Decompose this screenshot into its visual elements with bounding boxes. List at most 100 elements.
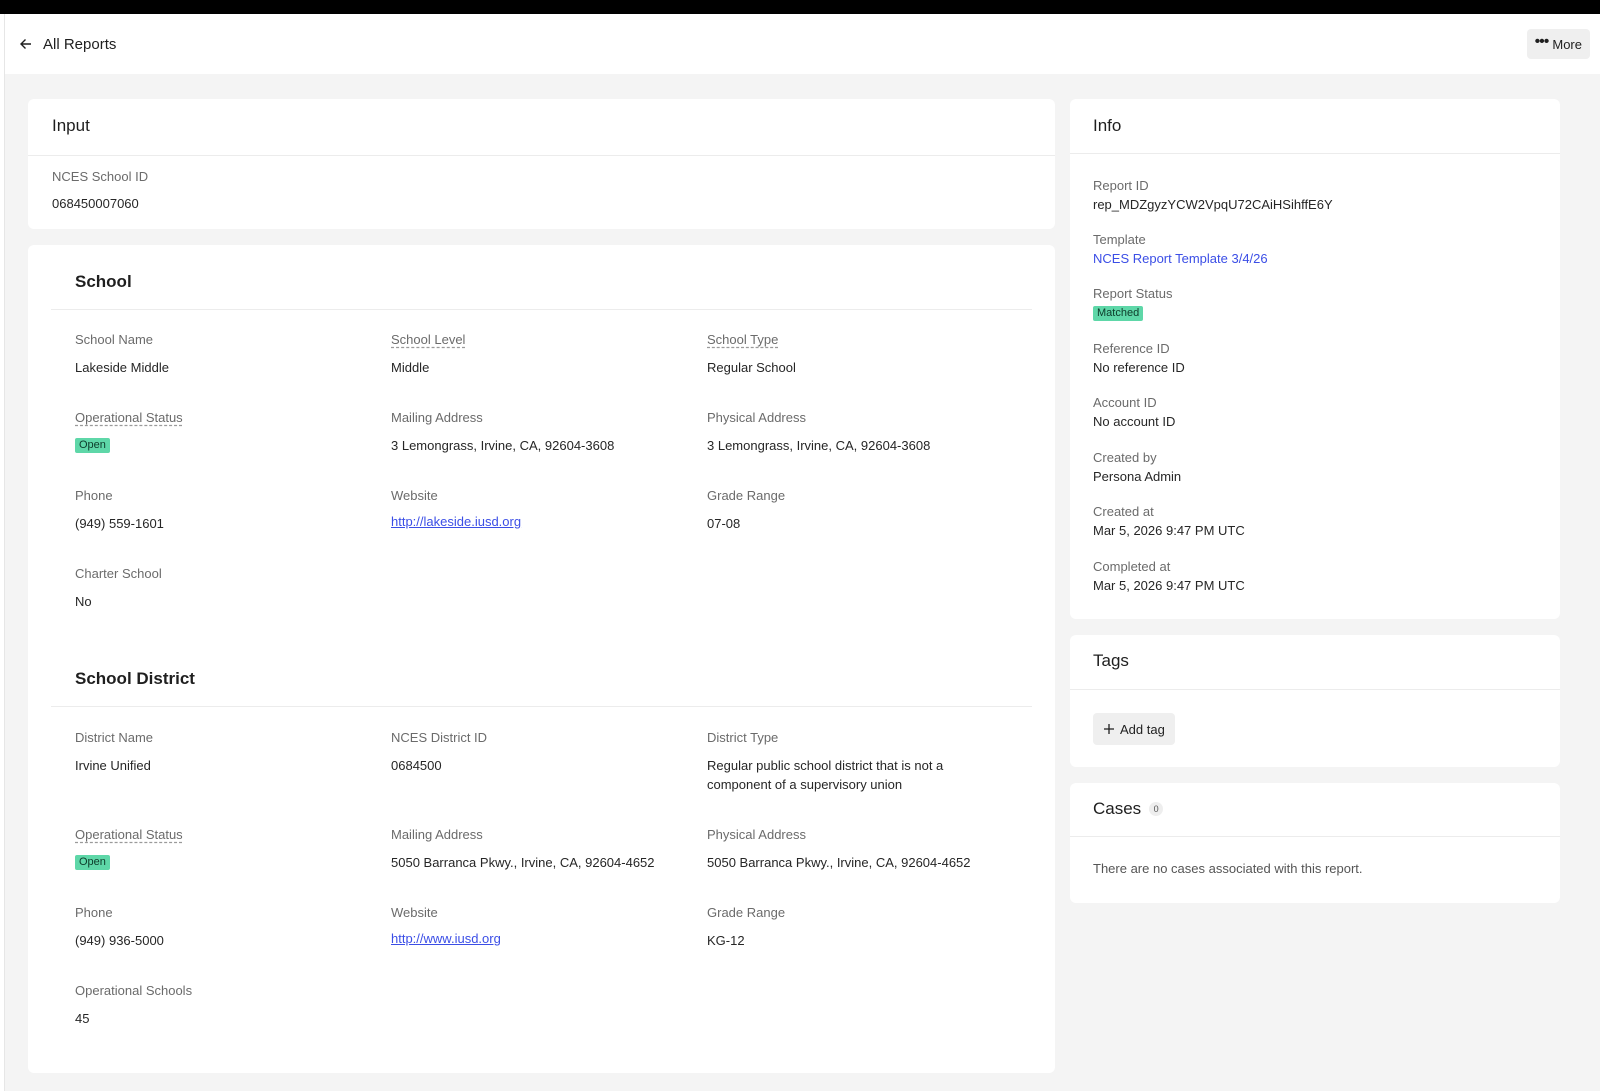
status-badge: Open: [75, 438, 110, 453]
field-value: 07-08: [707, 516, 741, 531]
field-value: (949) 936-5000: [75, 933, 164, 948]
arrow-left-icon: [20, 39, 31, 49]
info-value: No reference ID: [1093, 360, 1185, 375]
info-label: Reference ID: [1093, 341, 1170, 356]
district-name-field: District Name Irvine Unified: [75, 729, 365, 775]
created-by-row: Created by Persona Admin: [1093, 449, 1181, 487]
left-edge: [0, 14, 5, 1091]
divider: [28, 155, 1055, 156]
field-label: District Type: [707, 730, 779, 745]
cases-empty-message: There are no cases associated with this …: [1093, 861, 1363, 876]
tags-title: Tags: [1093, 651, 1129, 670]
tags-card: Tags Add tag: [1070, 635, 1560, 767]
district-section-title: School District: [75, 669, 195, 688]
add-tag-label: Add tag: [1120, 721, 1165, 737]
reference-id-row: Reference ID No reference ID: [1093, 340, 1185, 378]
info-value: Mar 5, 2026 9:47 PM UTC: [1093, 523, 1245, 538]
school-level-field: School Level Middle: [391, 331, 681, 377]
field-value: No: [75, 594, 92, 609]
info-label: Account ID: [1093, 395, 1157, 410]
field-label: District Name: [75, 730, 154, 745]
field-label: Phone: [75, 488, 113, 503]
field-value: Middle: [391, 360, 430, 375]
field-label: NCES District ID: [391, 730, 488, 745]
page-header: All Reports ••• More: [5, 14, 1600, 74]
info-value: Persona Admin: [1093, 469, 1182, 484]
field-label: Phone: [75, 905, 113, 920]
district-mailing-address-field: Mailing Address 5050 Barranca Pkwy., Irv…: [391, 826, 681, 872]
field-value: Lakeside Middle: [75, 360, 169, 375]
add-tag-button[interactable]: Add tag: [1093, 713, 1175, 745]
district-website-link[interactable]: http://www.iusd.org: [391, 931, 501, 946]
field-label: Grade Range: [707, 488, 786, 503]
field-label[interactable]: Operational Status: [75, 409, 365, 427]
back-label: All Reports: [43, 35, 117, 53]
cases-card: Cases 0 There are no cases associated wi…: [1070, 783, 1560, 903]
field-value: 5050 Barranca Pkwy., Irvine, CA, 92604-4…: [391, 855, 655, 870]
field-label: Grade Range: [707, 905, 786, 920]
info-label: Template: [1093, 232, 1146, 247]
info-title: Info: [1093, 116, 1122, 135]
info-label: Report ID: [1093, 178, 1149, 193]
report-status-row: Report Status Matched: [1093, 285, 1173, 321]
field-value: 0684500: [391, 758, 442, 773]
divider: [51, 309, 1032, 310]
status-badge: Matched: [1093, 306, 1144, 321]
divider: [1070, 689, 1560, 690]
nces-district-id-field: NCES District ID 0684500: [391, 729, 681, 775]
district-type-field: District Type Regular public school dist…: [707, 729, 987, 794]
info-label: Created by: [1093, 450, 1157, 465]
field-value: Regular School: [707, 360, 796, 375]
website-link[interactable]: http://lakeside.iusd.org: [391, 514, 521, 529]
plus-icon: [1104, 724, 1114, 734]
report-id-value: rep_MDZgyzYCW2VpqU72CAiHSihffE6Y: [1093, 197, 1333, 212]
district-grade-range-field: Grade Range KG-12: [707, 904, 997, 950]
divider: [51, 706, 1032, 707]
back-to-all-reports[interactable]: All Reports: [19, 36, 116, 53]
charter-school-field: Charter School No: [75, 565, 365, 611]
template-row: Template NCES Report Template 3/4/26: [1093, 231, 1268, 269]
more-dots-icon: •••: [1534, 33, 1550, 50]
phone-field: Phone (949) 559-1601: [75, 487, 365, 533]
field-label[interactable]: Operational Status: [75, 826, 365, 844]
field-value: 5050 Barranca Pkwy., Irvine, CA, 92604-4…: [707, 855, 971, 870]
field-label[interactable]: School Level: [391, 331, 681, 349]
status-badge: Open: [75, 855, 110, 870]
cases-title: Cases: [1093, 799, 1142, 818]
cases-count-badge: 0: [1149, 802, 1164, 816]
district-operational-status-field: Operational Status Open: [75, 826, 365, 870]
input-card: Input NCES School ID 068450007060: [28, 99, 1055, 229]
completed-at-row: Completed at Mar 5, 2026 9:47 PM UTC: [1093, 558, 1245, 596]
field-label: Physical Address: [707, 827, 806, 842]
field-value: 3 Lemongrass, Irvine, CA, 92604-3608: [391, 438, 615, 453]
field-value: KG-12: [707, 933, 745, 948]
operational-status-field: Operational Status Open: [75, 409, 365, 453]
window-top-bar: [0, 0, 1600, 14]
grade-range-field: Grade Range 07-08: [707, 487, 997, 533]
field-value: 3 Lemongrass, Irvine, CA, 92604-3608: [707, 438, 931, 453]
physical-address-field: Physical Address 3 Lemongrass, Irvine, C…: [707, 409, 997, 455]
school-name-field: School Name Lakeside Middle: [75, 331, 365, 377]
operational-schools-field: Operational Schools 45: [75, 982, 365, 1028]
field-label: Mailing Address: [391, 410, 483, 425]
info-card: Info Report ID rep_MDZgyzYCW2VpqU72CAiHS…: [1070, 99, 1560, 619]
cases-title-row: Cases 0: [1093, 799, 1164, 819]
field-value: Regular public school district that is n…: [707, 758, 944, 792]
nces-school-id-label: NCES School ID: [52, 169, 149, 184]
more-button[interactable]: ••• More: [1526, 29, 1590, 59]
field-label: Mailing Address: [391, 827, 483, 842]
field-label: Physical Address: [707, 410, 806, 425]
district-website-field: Website http://www.iusd.org: [391, 904, 681, 946]
details-card: School School Name Lakeside Middle Schoo…: [28, 245, 1055, 1073]
field-label: Website: [391, 488, 438, 503]
divider: [1070, 836, 1560, 837]
field-label: Charter School: [75, 566, 162, 581]
more-label: More: [1552, 36, 1582, 52]
field-label[interactable]: School Type: [707, 331, 997, 349]
district-phone-field: Phone (949) 936-5000: [75, 904, 365, 950]
info-value: Mar 5, 2026 9:47 PM UTC: [1093, 578, 1245, 593]
field-label: Website: [391, 905, 438, 920]
created-at-row: Created at Mar 5, 2026 9:47 PM UTC: [1093, 503, 1245, 541]
template-link[interactable]: NCES Report Template 3/4/26: [1093, 249, 1268, 269]
report-id-row: Report ID rep_MDZgyzYCW2VpqU72CAiHSihffE…: [1093, 177, 1333, 215]
